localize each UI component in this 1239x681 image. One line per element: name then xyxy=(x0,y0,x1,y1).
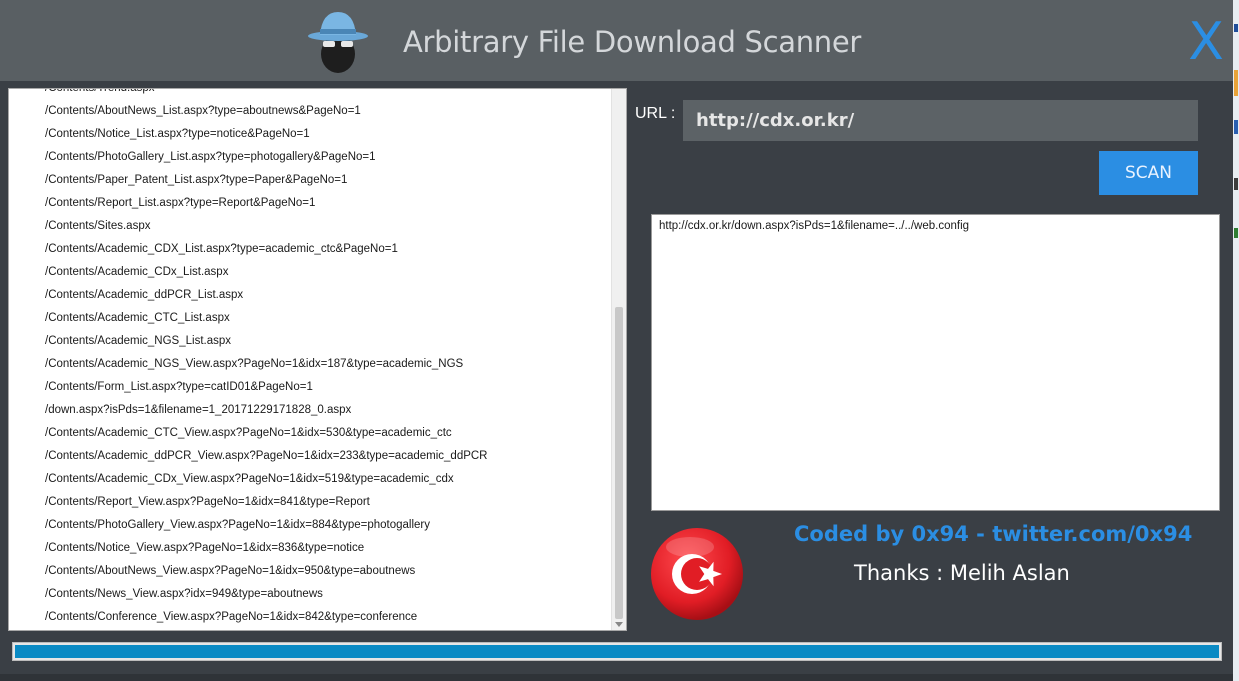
list-item[interactable]: /Contents/Paper_Patent_List.aspx?type=Pa… xyxy=(9,169,609,192)
credit-text: Coded by 0x94 - twitter.com/0x94 xyxy=(794,522,1193,546)
hacker-hat-icon xyxy=(308,12,368,73)
list-item[interactable]: /Contents/Sites.aspx xyxy=(9,215,609,238)
list-item[interactable]: /Contents/Academic_NGS_List.aspx xyxy=(9,330,609,353)
scroll-down-icon[interactable] xyxy=(615,622,623,627)
list-item[interactable]: /Contents/Academic_CDx_View.aspx?PageNo=… xyxy=(9,468,609,491)
scroll-thumb[interactable] xyxy=(615,307,623,619)
list-item[interactable]: /Contents/Report_View.aspx?PageNo=1&idx=… xyxy=(9,491,609,514)
list-item[interactable]: /Contents/Report_List.aspx?type=Report&P… xyxy=(9,192,609,215)
scan-button[interactable]: SCAN xyxy=(1099,151,1198,195)
url-label: URL : xyxy=(635,105,676,122)
desktop-icon-fragment xyxy=(1234,228,1238,238)
list-item[interactable]: /Contents/Academic_CTC_View.aspx?PageNo=… xyxy=(9,422,609,445)
list-item[interactable]: /down.aspx?isPds=1&filename=1_2017122917… xyxy=(9,399,609,422)
title-bar[interactable]: Arbitrary File Download Scanner X xyxy=(0,0,1233,81)
close-button[interactable]: X xyxy=(1185,14,1227,70)
list-item[interactable]: /Contents/AboutNews_List.aspx?type=about… xyxy=(9,100,609,123)
scan-progress-bar xyxy=(12,642,1222,661)
desktop-icon-fragment xyxy=(1234,178,1238,190)
list-item[interactable]: /Contents/Form_List.aspx?type=catID01&Pa… xyxy=(9,376,609,399)
list-item[interactable]: /Contents/Notice_View.aspx?PageNo=1&idx=… xyxy=(9,537,609,560)
list-scrollbar[interactable] xyxy=(611,89,626,630)
taskbar-strip xyxy=(0,674,1233,681)
progress-fill xyxy=(15,645,1219,658)
list-item[interactable]: /Contents/AboutNews_View.aspx?PageNo=1&i… xyxy=(9,560,609,583)
desktop-edge xyxy=(1233,0,1239,681)
desktop-icon-fragment xyxy=(1234,24,1238,32)
crawled-url-list[interactable]: /Contents/Trend.aspx/Contents/AboutNews_… xyxy=(8,88,627,631)
list-item[interactable]: /Contents/Academic_CTC_List.aspx xyxy=(9,307,609,330)
list-item[interactable]: /Contents/Academic_NGS_View.aspx?PageNo=… xyxy=(9,353,609,376)
turkey-flag-icon xyxy=(651,528,743,620)
list-items-container: /Contents/Trend.aspx/Contents/AboutNews_… xyxy=(9,89,609,629)
thanks-text: Thanks : Melih Aslan xyxy=(854,561,1070,585)
url-input[interactable] xyxy=(683,100,1198,141)
app-window: Arbitrary File Download Scanner X /Conte… xyxy=(0,0,1233,681)
list-item[interactable]: /Contents/Academic_ddPCR_View.aspx?PageN… xyxy=(9,445,609,468)
list-item[interactable]: /Contents/PhotoGallery_View.aspx?PageNo=… xyxy=(9,514,609,537)
list-item[interactable]: /Contents/Academic_CDX_List.aspx?type=ac… xyxy=(9,238,609,261)
results-textarea[interactable]: http://cdx.or.kr/down.aspx?isPds=1&filen… xyxy=(651,214,1220,511)
list-item[interactable]: /Contents/PhotoGallery_List.aspx?type=ph… xyxy=(9,146,609,169)
app-title: Arbitrary File Download Scanner xyxy=(403,25,862,59)
list-item[interactable]: /Contents/News_View.aspx?idx=949&type=ab… xyxy=(9,583,609,606)
list-item[interactable]: /Contents/Academic_ddPCR_List.aspx xyxy=(9,284,609,307)
desktop-icon-fragment xyxy=(1234,120,1238,134)
list-item[interactable]: /Contents/Conference_View.aspx?PageNo=1&… xyxy=(9,606,609,629)
list-item[interactable]: /Contents/Trend.aspx xyxy=(9,89,609,100)
desktop-icon-fragment xyxy=(1234,70,1238,96)
list-item[interactable]: /Contents/Notice_List.aspx?type=notice&P… xyxy=(9,123,609,146)
list-item[interactable]: /Contents/Academic_CDx_List.aspx xyxy=(9,261,609,284)
result-line: http://cdx.or.kr/down.aspx?isPds=1&filen… xyxy=(659,220,970,232)
